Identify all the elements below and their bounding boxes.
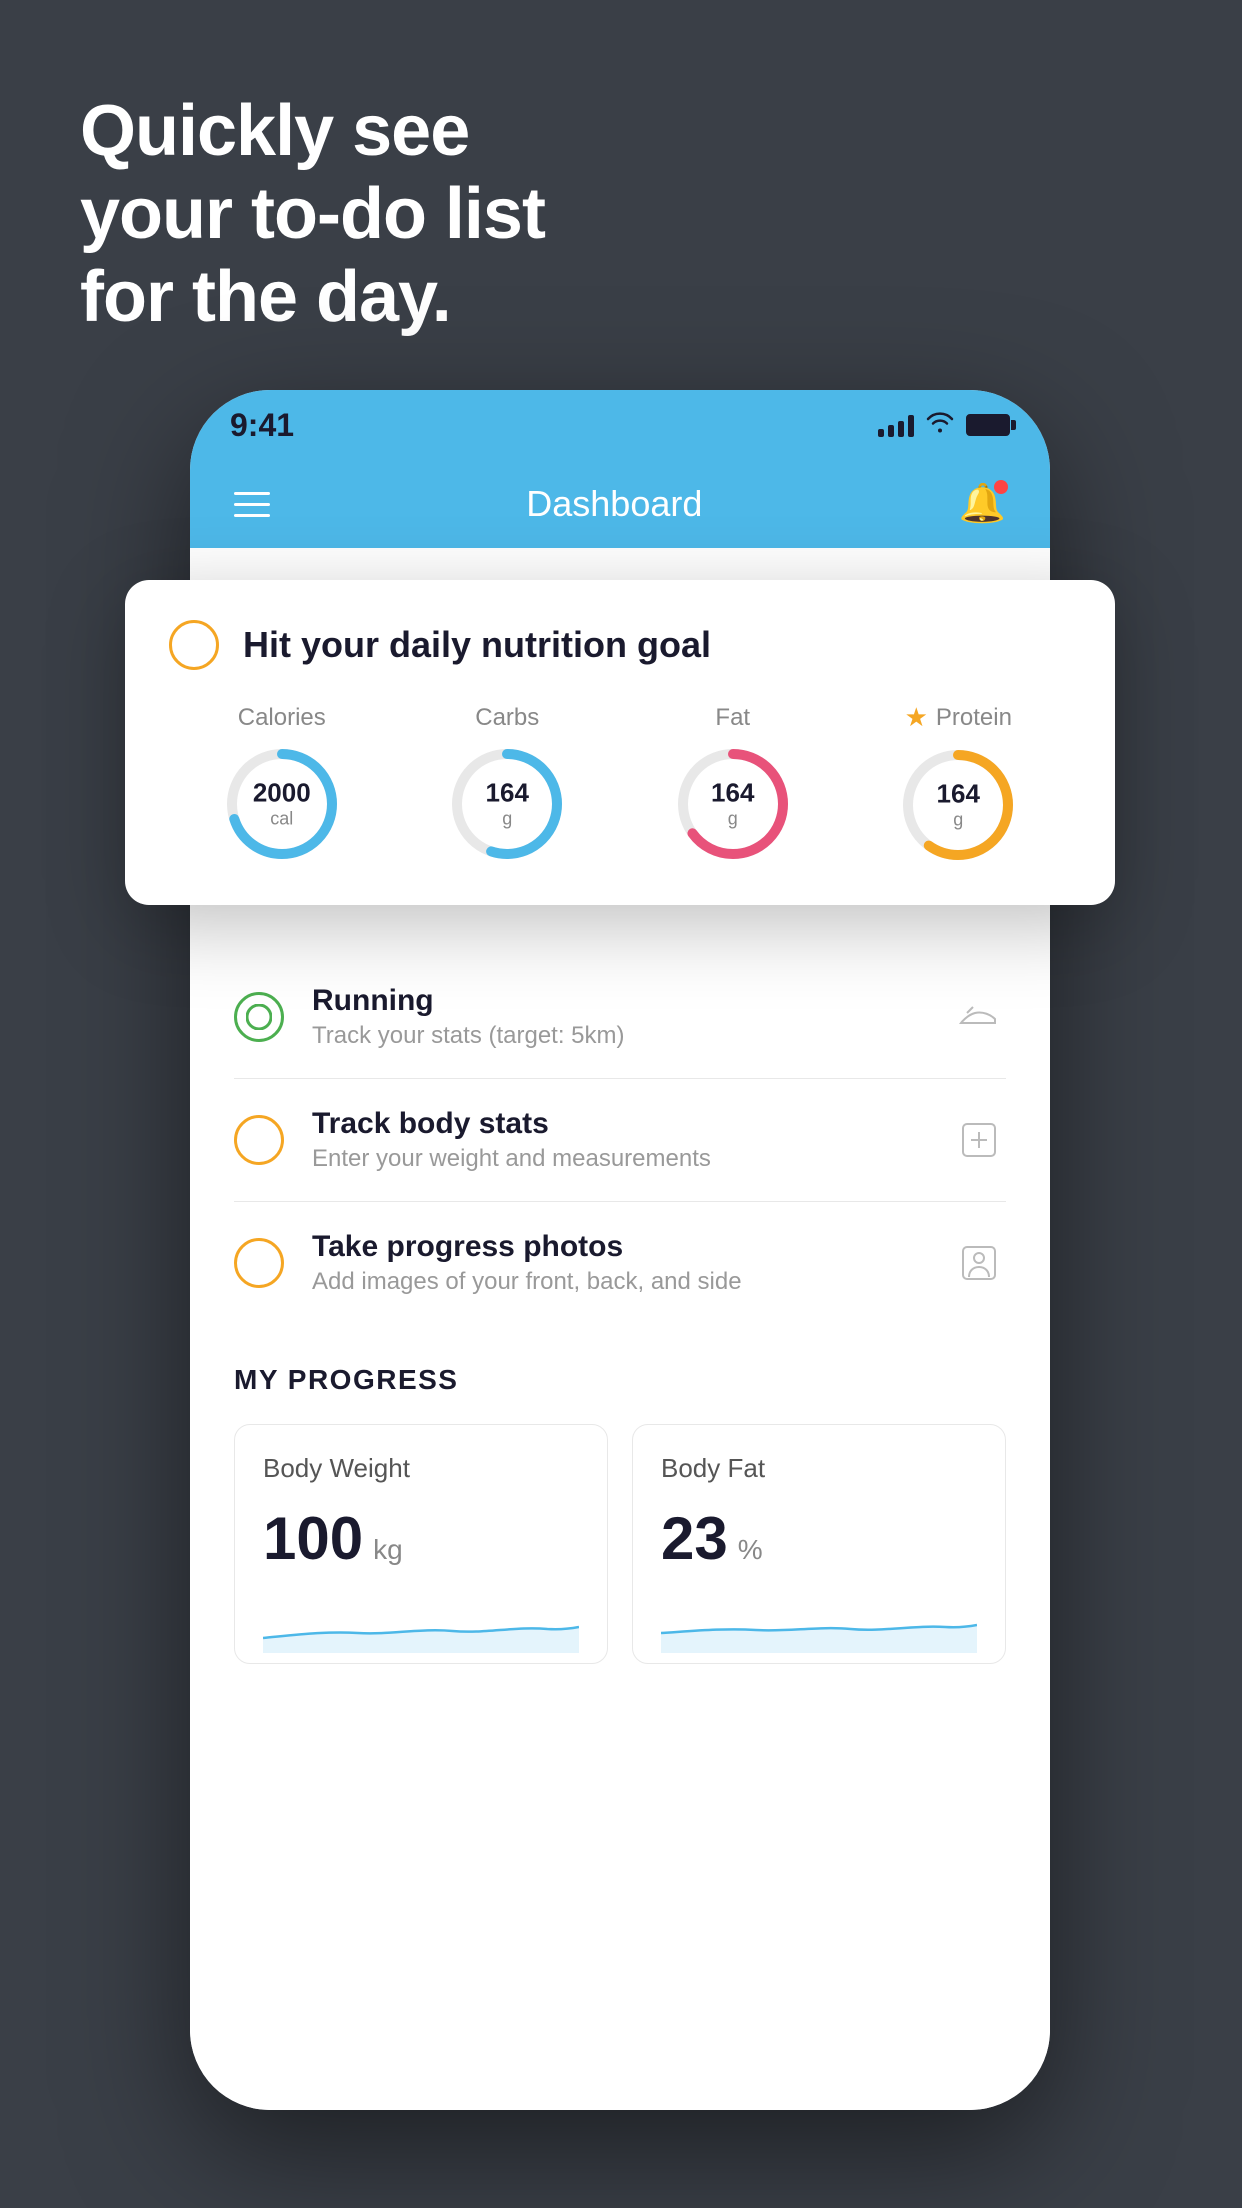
macro-fat: Fat 164 g — [673, 704, 793, 864]
todo-text-running: Running Track your stats (target: 5km) — [312, 984, 924, 1050]
fat-label: Fat — [715, 704, 750, 732]
nutrition-card: Hit your daily nutrition goal Calories 2… — [125, 580, 1115, 905]
macro-carbs: Carbs 164 g — [447, 704, 567, 864]
wifi-icon — [926, 411, 954, 440]
hero-text: Quickly see your to-do list for the day. — [80, 90, 545, 338]
todo-checkbox-photos[interactable] — [234, 1238, 284, 1288]
star-icon: ★ — [905, 702, 928, 733]
nav-title: Dashboard — [526, 483, 702, 525]
todo-list: Running Track your stats (target: 5km) T… — [190, 956, 1050, 1324]
progress-header: MY PROGRESS — [234, 1364, 1006, 1396]
protein-donut: 164 g — [898, 745, 1018, 865]
hero-line1: Quickly see — [80, 90, 545, 173]
notification-bell-icon[interactable]: 🔔 — [959, 482, 1006, 526]
macro-protein: ★ Protein 164 g — [898, 702, 1018, 865]
macros-row: Calories 2000 cal Carbs — [169, 702, 1071, 865]
carbs-label: Carbs — [475, 704, 539, 732]
protein-label: ★ Protein — [905, 702, 1012, 733]
signal-icon — [878, 413, 914, 437]
status-time: 9:41 — [230, 407, 294, 444]
calories-unit: cal — [253, 808, 311, 830]
fat-value: 164 — [711, 777, 754, 808]
todo-title: Running — [312, 984, 924, 1018]
status-icons — [878, 411, 1010, 440]
carbs-value: 164 — [486, 777, 529, 808]
todo-subtitle: Add images of your front, back, and side — [312, 1268, 924, 1296]
protein-value: 164 — [937, 779, 980, 810]
todo-checkbox-bodystats[interactable] — [234, 1115, 284, 1165]
scale-icon — [952, 1113, 1006, 1167]
nutrition-card-title: Hit your daily nutrition goal — [243, 624, 711, 666]
body-weight-value-row: 100 kg — [263, 1504, 579, 1573]
hamburger-menu[interactable] — [234, 492, 270, 517]
todo-text-photos: Take progress photos Add images of your … — [312, 1230, 924, 1296]
todo-subtitle: Enter your weight and measurements — [312, 1145, 924, 1173]
body-weight-card[interactable]: Body Weight 100 kg — [234, 1424, 608, 1664]
hero-line2: your to-do list — [80, 173, 545, 256]
body-fat-card[interactable]: Body Fat 23 % — [632, 1424, 1006, 1664]
nav-bar: Dashboard 🔔 — [190, 460, 1050, 548]
shoe-icon — [952, 990, 1006, 1044]
body-weight-chart — [263, 1593, 579, 1653]
nutrition-card-header: Hit your daily nutrition goal — [169, 620, 1071, 670]
fat-donut: 164 g — [673, 744, 793, 864]
carbs-donut: 164 g — [447, 744, 567, 864]
todo-title: Take progress photos — [312, 1230, 924, 1264]
list-item[interactable]: Take progress photos Add images of your … — [234, 1202, 1006, 1324]
body-weight-title: Body Weight — [263, 1453, 579, 1484]
body-fat-chart — [661, 1593, 977, 1653]
nutrition-checkbox[interactable] — [169, 620, 219, 670]
body-weight-value: 100 — [263, 1504, 363, 1573]
calories-donut: 2000 cal — [222, 744, 342, 864]
list-item[interactable]: Running Track your stats (target: 5km) — [234, 956, 1006, 1079]
battery-icon — [966, 414, 1010, 436]
todo-text-bodystats: Track body stats Enter your weight and m… — [312, 1107, 924, 1173]
macro-calories: Calories 2000 cal — [222, 704, 342, 864]
todo-title: Track body stats — [312, 1107, 924, 1141]
person-icon — [952, 1236, 1006, 1290]
todo-checkbox-running[interactable] — [234, 992, 284, 1042]
todo-subtitle: Track your stats (target: 5km) — [312, 1022, 924, 1050]
body-fat-value: 23 — [661, 1504, 728, 1573]
carbs-unit: g — [486, 808, 529, 830]
progress-section: MY PROGRESS Body Weight 100 kg — [190, 1324, 1050, 1664]
status-bar: 9:41 — [190, 390, 1050, 460]
body-fat-unit: % — [738, 1534, 763, 1566]
list-item[interactable]: Track body stats Enter your weight and m… — [234, 1079, 1006, 1202]
body-weight-unit: kg — [373, 1534, 403, 1566]
protein-unit: g — [937, 810, 980, 832]
hero-line3: for the day. — [80, 256, 545, 339]
progress-cards: Body Weight 100 kg Body Fat — [234, 1424, 1006, 1664]
calories-value: 2000 — [253, 777, 311, 808]
fat-unit: g — [711, 808, 754, 830]
body-fat-value-row: 23 % — [661, 1504, 977, 1573]
notification-dot — [994, 480, 1008, 494]
calories-label: Calories — [238, 704, 326, 732]
body-fat-title: Body Fat — [661, 1453, 977, 1484]
